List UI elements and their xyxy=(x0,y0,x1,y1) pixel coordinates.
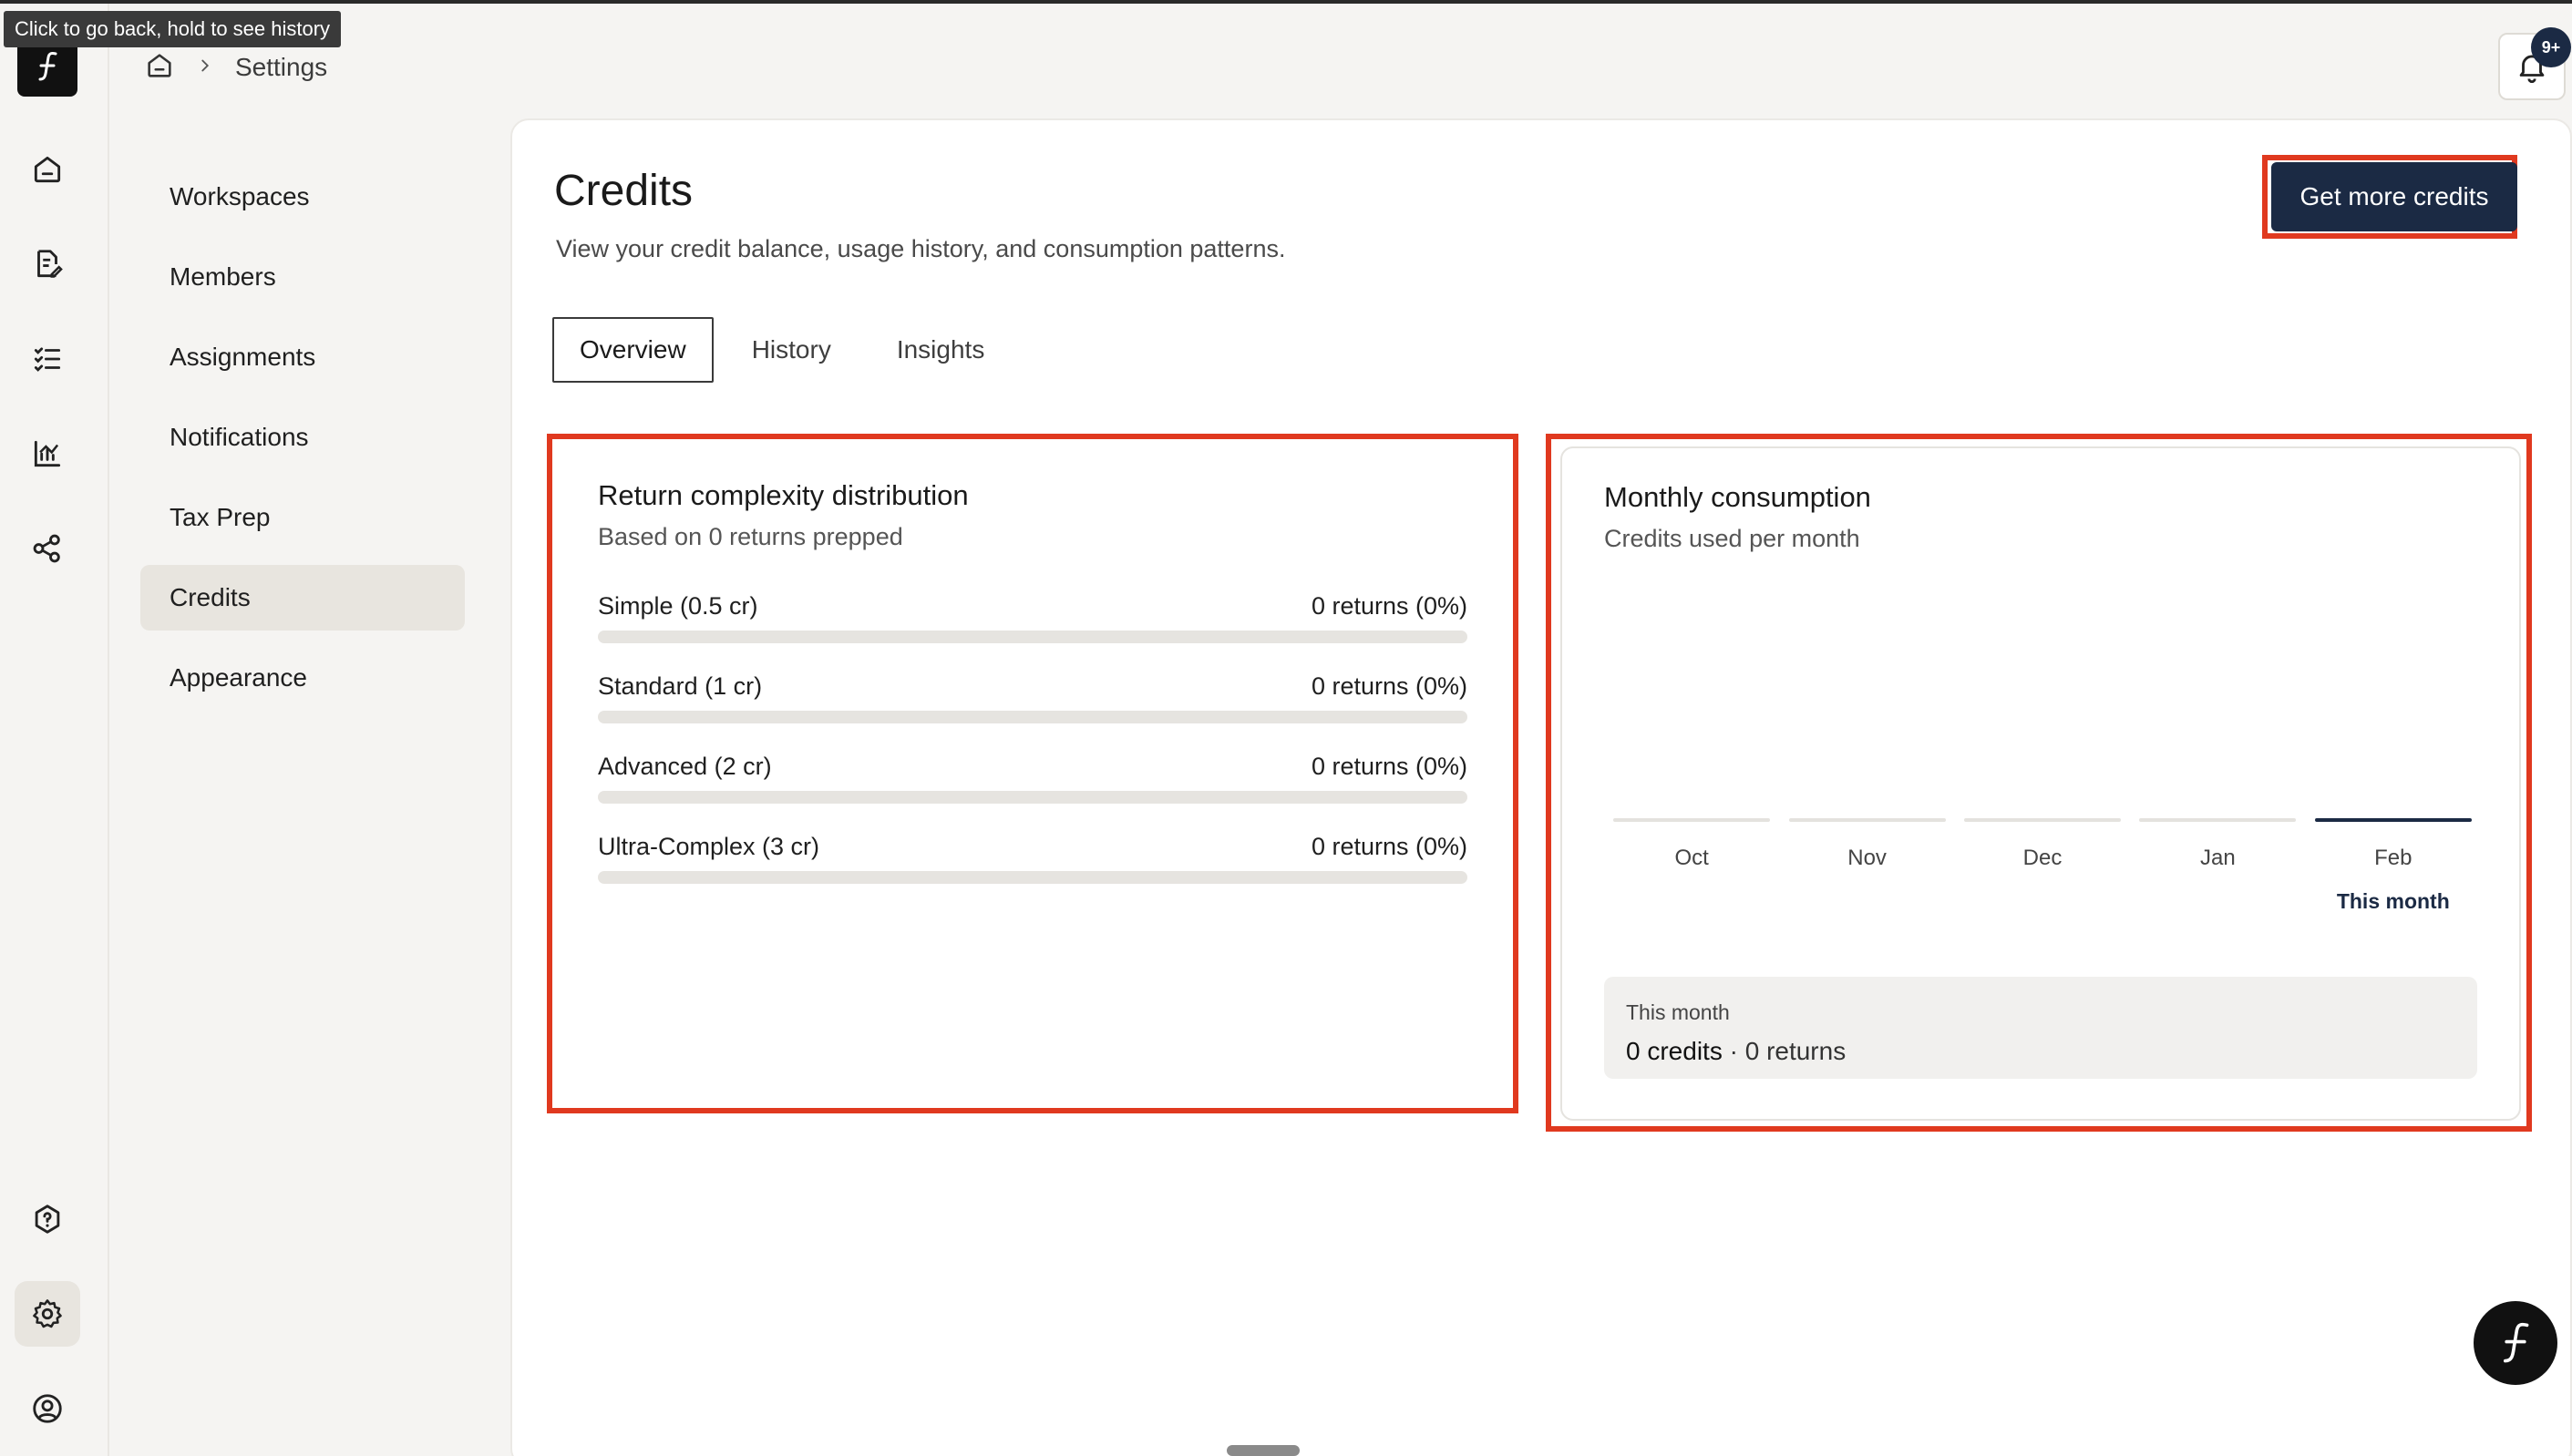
chart-tick-label: Feb xyxy=(2374,846,2413,870)
distribution-label: Advanced (2 cr) xyxy=(598,753,772,780)
icon-rail xyxy=(0,4,109,1456)
logo-f-icon xyxy=(38,52,57,81)
chart-bar-jan xyxy=(2139,818,2297,822)
this-month-tag: This month xyxy=(2336,889,2450,913)
settings-nav-credits[interactable]: Credits xyxy=(140,565,465,631)
distribution-label: Simple (0.5 cr) xyxy=(598,592,758,620)
progress-track xyxy=(598,711,1467,723)
page-title: Credits xyxy=(554,167,694,215)
home-icon xyxy=(148,53,171,77)
settings-nav-assignments[interactable]: Assignments xyxy=(140,324,465,390)
tab-insights[interactable]: Insights xyxy=(869,317,1013,383)
settings-nav-tax-prep[interactable]: Tax Prep xyxy=(140,485,465,550)
this-month-summary: This month 0 credits · 0 returns xyxy=(1604,977,2477,1079)
credits-tabs: Overview History Insights xyxy=(552,317,1023,383)
chart-tick-label: Nov xyxy=(1847,846,1887,870)
help-icon xyxy=(35,1205,60,1234)
checklist-icon xyxy=(34,347,61,372)
chart-bar-dec xyxy=(1964,818,2121,822)
rail-profile[interactable] xyxy=(15,1376,80,1441)
card-title: Return complexity distribution xyxy=(598,479,969,511)
assistant-fab[interactable] xyxy=(2474,1301,2557,1385)
rail-analytics[interactable] xyxy=(15,421,80,487)
document-edit-icon xyxy=(37,250,63,278)
breadcrumb-current: Settings xyxy=(235,53,328,81)
home-icon xyxy=(34,156,61,183)
rail-settings[interactable] xyxy=(15,1281,80,1347)
gear-icon xyxy=(33,1299,62,1328)
summary-label: This month xyxy=(1626,1000,1730,1024)
breadcrumb: Settings xyxy=(144,47,327,87)
settings-nav-members[interactable]: Members xyxy=(140,244,465,310)
monthly-consumption-chart: Oct Nov Dec Jan Feb This month xyxy=(1604,448,2481,959)
back-button-tooltip: Click to go back, hold to see history xyxy=(4,11,342,47)
progress-track xyxy=(598,631,1467,643)
settings-nav-appearance[interactable]: Appearance xyxy=(140,645,465,711)
get-more-credits-button[interactable]: Get more credits xyxy=(2271,162,2517,231)
main-panel: Credits View your credit balance, usage … xyxy=(510,118,2572,1456)
summary-credits: 0 credits xyxy=(1626,1037,1723,1065)
chart-bar-oct xyxy=(1613,818,1771,822)
progress-track xyxy=(598,791,1467,804)
page-subtitle: View your credit balance, usage history,… xyxy=(556,235,1286,262)
user-circle-icon xyxy=(33,1394,62,1423)
card-subtitle: Based on 0 returns prepped xyxy=(598,523,903,550)
logo-f-icon xyxy=(2503,1322,2529,1363)
rail-home[interactable] xyxy=(15,137,80,202)
distribution-value: 0 returns (0%) xyxy=(1311,833,1467,860)
share-icon xyxy=(33,534,60,563)
distribution-label: Standard (1 cr) xyxy=(598,672,763,700)
chart-tick-label: Oct xyxy=(1674,846,1709,870)
progress-track xyxy=(598,871,1467,884)
chart-bar-nov xyxy=(1788,818,1946,822)
monthly-consumption-card: Monthly consumption Credits used per mon… xyxy=(1560,446,2521,1121)
chart-tick-label: Dec xyxy=(2022,846,2063,870)
notification-count-badge: 9+ xyxy=(2531,27,2571,67)
window-top-border xyxy=(0,0,2572,4)
tab-overview[interactable]: Overview xyxy=(552,317,714,383)
distribution-value: 0 returns (0%) xyxy=(1311,672,1467,700)
notifications-button[interactable]: 9+ xyxy=(2498,27,2571,100)
summary-returns: · 0 returns xyxy=(1722,1037,1847,1065)
settings-nav-notifications[interactable]: Notifications xyxy=(140,405,465,470)
rail-documents[interactable] xyxy=(15,231,80,297)
rail-help[interactable] xyxy=(15,1186,80,1252)
chart-bar-feb xyxy=(2314,818,2472,822)
distribution-value: 0 returns (0%) xyxy=(1311,592,1467,620)
distribution-value: 0 returns (0%) xyxy=(1311,753,1467,780)
scroll-handle[interactable] xyxy=(1227,1445,1300,1456)
chart-tick-label: Jan xyxy=(2200,846,2236,870)
settings-nav-workspaces[interactable]: Workspaces xyxy=(140,164,465,230)
breadcrumb-home[interactable] xyxy=(144,50,175,86)
tab-history[interactable]: History xyxy=(725,317,859,383)
chevron-right-icon xyxy=(195,56,215,80)
rail-tasks[interactable] xyxy=(15,326,80,392)
rail-share[interactable] xyxy=(15,516,80,581)
distribution-label: Ultra-Complex (3 cr) xyxy=(598,833,820,860)
chart-icon xyxy=(34,440,61,467)
complexity-distribution-card: Return complexity distribution Based on … xyxy=(556,443,1509,1104)
summary-text: 0 credits · 0 returns xyxy=(1626,1037,1846,1066)
settings-nav: Workspaces Members Assignments Notificat… xyxy=(140,164,465,725)
